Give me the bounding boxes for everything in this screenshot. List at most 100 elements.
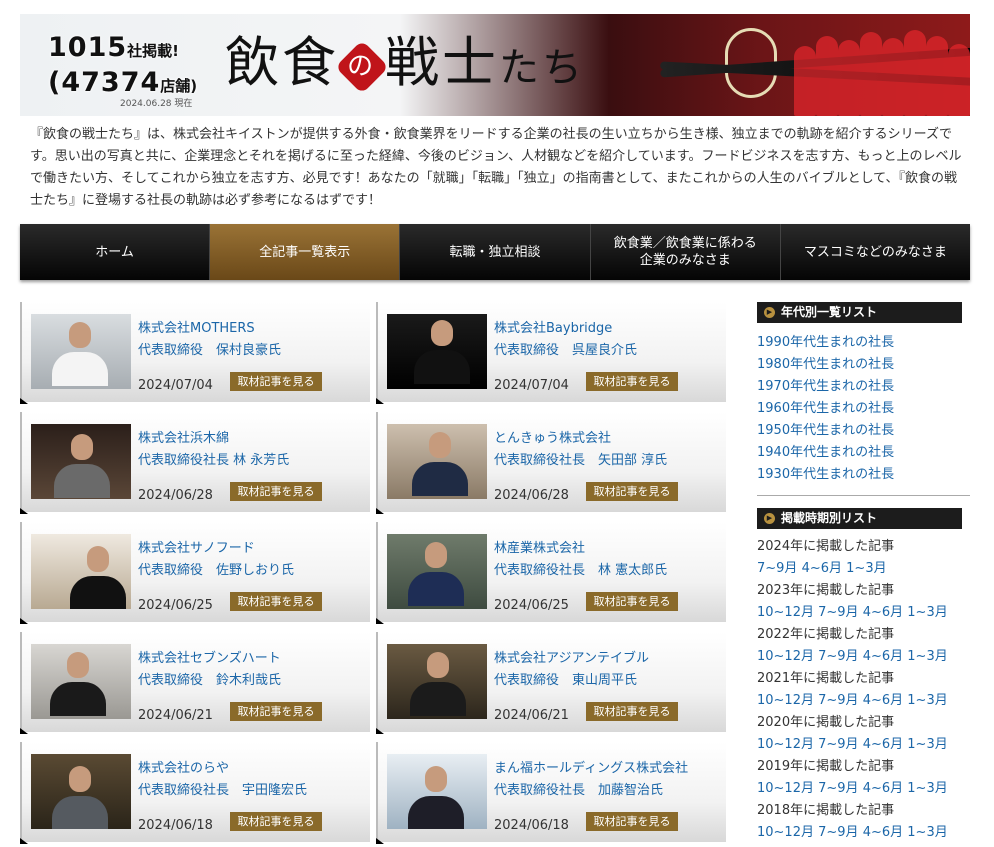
decade-link[interactable]: 1970年代生まれの社長 [757, 376, 970, 398]
ceo-photo[interactable] [31, 314, 131, 389]
site-banner[interactable]: 1015社掲載! (47374店舗) 2024.06.28 現在 飲食の戦士たち [20, 14, 970, 116]
quarter-link[interactable]: 10~12月 [757, 737, 814, 752]
decade-list: 1990年代生まれの社長 1980年代生まれの社長 1970年代生まれの社長 1960… [757, 332, 970, 486]
company-count: 1015 [48, 32, 128, 63]
company-name-link[interactable]: 株式会社MOTHERS [138, 317, 255, 336]
view-article-button[interactable]: 取材記事を見る [230, 702, 322, 721]
quarter-link[interactable]: 7~9月 [757, 561, 797, 576]
quarter-link[interactable]: 4~6月 [863, 605, 903, 620]
quarter-link[interactable]: 1~3月 [846, 561, 886, 576]
ceo-photo[interactable] [387, 314, 487, 389]
ceo-name: 代表取締役社長 宇田隆宏氏 [138, 783, 308, 798]
article-card: 株式会社Baybridge 代表取締役 呉屋良介氏 2024/07/04 取材記事を見… [376, 302, 726, 404]
ceo-photo[interactable] [387, 644, 487, 719]
company-name-link[interactable]: 株式会社のらや [138, 757, 229, 776]
banner-stats: 1015社掲載! (47374店舗) [48, 32, 197, 102]
quarter-link[interactable]: 10~12月 [757, 605, 814, 620]
article-card: とんきゅう株式会社 代表取締役社長 矢田部 淳氏 2024/06/28 取材記事を見る [376, 412, 726, 514]
view-article-button[interactable]: 取材記事を見る [230, 592, 322, 611]
company-name-link[interactable]: 株式会社浜木綿 [138, 427, 229, 446]
quarter-link[interactable]: 1~3月 [907, 693, 947, 708]
company-name-link[interactable]: 株式会社セブンズハート [138, 647, 281, 666]
quarter-link[interactable]: 7~9月 [818, 649, 858, 664]
view-article-button[interactable]: 取材記事を見る [586, 372, 678, 391]
decade-link[interactable]: 1990年代生まれの社長 [757, 332, 970, 354]
quarter-link[interactable]: 7~9月 [818, 737, 858, 752]
article-card: 株式会社MOTHERS 代表取締役 保村良豪氏 2024/07/04 取材記事を見る [20, 302, 370, 404]
quarter-link[interactable]: 1~3月 [907, 825, 947, 840]
main-nav: ホーム 全記事一覧表示 転職・独立相談 飲食業／飲食業に係わる 企業のみなさま … [20, 224, 971, 280]
view-article-button[interactable]: 取材記事を見る [586, 482, 678, 501]
decade-link[interactable]: 1960年代生まれの社長 [757, 398, 970, 420]
company-name-link[interactable]: 株式会社アジアンテイブル [494, 647, 649, 666]
quarter-link[interactable]: 1~3月 [907, 737, 947, 752]
company-name-link[interactable]: まん福ホールディングス株式会社 [494, 757, 688, 776]
published-date: 2024/06/25 [138, 598, 213, 613]
quarter-links: 7~9月 4~6月 1~3月 [757, 558, 970, 580]
quarter-link[interactable]: 10~12月 [757, 825, 814, 840]
published-date: 2024/06/28 [494, 488, 569, 503]
quarter-link[interactable]: 4~6月 [863, 737, 903, 752]
view-article-button[interactable]: 取材記事を見る [586, 702, 678, 721]
year-heading: 2020年に掲載した記事 [757, 715, 895, 730]
article-card: まん福ホールディングス株式会社 代表取締役社長 加藤智治氏 2024/06/18 取材… [376, 742, 726, 844]
quarter-link[interactable]: 1~3月 [907, 781, 947, 796]
store-count: (47374 [48, 67, 161, 98]
ceo-name: 代表取締役 東山周平氏 [494, 673, 638, 688]
quarter-link[interactable]: 7~9月 [818, 693, 858, 708]
quarter-links: 10~12月 7~9月 4~6月 1~3月 [757, 822, 970, 844]
decade-link[interactable]: 1980年代生まれの社長 [757, 354, 970, 376]
quarter-link[interactable]: 4~6月 [802, 561, 842, 576]
quarter-link[interactable]: 4~6月 [863, 781, 903, 796]
decade-list-heading: ▶ 年代別一覧リスト [757, 302, 962, 323]
quarter-link[interactable]: 10~12月 [757, 649, 814, 664]
published-date: 2024/06/18 [138, 818, 213, 833]
quarter-links: 10~12月 7~9月 4~6月 1~3月 [757, 690, 970, 712]
year-heading: 2019年に掲載した記事 [757, 759, 895, 774]
year-heading: 2023年に掲載した記事 [757, 583, 895, 598]
decade-link[interactable]: 1930年代生まれの社長 [757, 464, 970, 486]
quarter-link[interactable]: 4~6月 [863, 825, 903, 840]
ceo-photo[interactable] [387, 424, 487, 499]
view-article-button[interactable]: 取材記事を見る [230, 372, 322, 391]
quarter-link[interactable]: 1~3月 [907, 649, 947, 664]
quarter-link[interactable]: 7~9月 [818, 825, 858, 840]
quarter-links: 10~12月 7~9月 4~6月 1~3月 [757, 602, 970, 624]
company-name-link[interactable]: 林産業株式会社 [494, 537, 585, 556]
view-article-button[interactable]: 取材記事を見る [230, 812, 322, 831]
divider [757, 495, 970, 496]
article-card: 株式会社セブンズハート 代表取締役 鈴木利哉氏 2024/06/21 取材記事を見る [20, 632, 370, 734]
quarter-link[interactable]: 10~12月 [757, 693, 814, 708]
site-logo: 飲食の戦士たち [225, 30, 585, 101]
decade-link[interactable]: 1950年代生まれの社長 [757, 420, 970, 442]
company-name-link[interactable]: 株式会社Baybridge [494, 317, 612, 336]
ceo-photo[interactable] [387, 534, 487, 609]
nav-for-media[interactable]: マスコミなどのみなさま [780, 224, 971, 280]
ceo-name: 代表取締役 保村良豪氏 [138, 343, 282, 358]
view-article-button[interactable]: 取材記事を見る [586, 592, 678, 611]
quarter-link[interactable]: 1~3月 [907, 605, 947, 620]
ceo-photo[interactable] [31, 424, 131, 499]
ceo-photo[interactable] [387, 754, 487, 829]
quarter-link[interactable]: 7~9月 [818, 781, 858, 796]
view-article-button[interactable]: 取材記事を見る [586, 812, 678, 831]
quarter-link[interactable]: 4~6月 [863, 693, 903, 708]
company-name-link[interactable]: 株式会社サノフード [138, 537, 255, 556]
quarter-link[interactable]: 4~6月 [863, 649, 903, 664]
decade-link[interactable]: 1940年代生まれの社長 [757, 442, 970, 464]
ceo-photo[interactable] [31, 754, 131, 829]
company-name-link[interactable]: とんきゅう株式会社 [494, 427, 611, 446]
year-heading: 2022年に掲載した記事 [757, 627, 895, 642]
view-article-button[interactable]: 取材記事を見る [230, 482, 322, 501]
quarter-link[interactable]: 7~9月 [818, 605, 858, 620]
article-card: 株式会社アジアンテイブル 代表取締役 東山周平氏 2024/06/21 取材記事を見る [376, 632, 726, 734]
nav-all-articles[interactable]: 全記事一覧表示 [210, 224, 401, 280]
logo-no-mark: の [335, 40, 389, 94]
ceo-photo[interactable] [31, 534, 131, 609]
nav-home[interactable]: ホーム [20, 224, 211, 280]
nav-for-businesses[interactable]: 飲食業／飲食業に係わる 企業のみなさま [590, 224, 781, 280]
quarter-link[interactable]: 10~12月 [757, 781, 814, 796]
quarter-links: 10~12月 7~9月 4~6月 1~3月 [757, 646, 970, 668]
nav-career-consult[interactable]: 転職・独立相談 [400, 224, 591, 280]
ceo-photo[interactable] [31, 644, 131, 719]
